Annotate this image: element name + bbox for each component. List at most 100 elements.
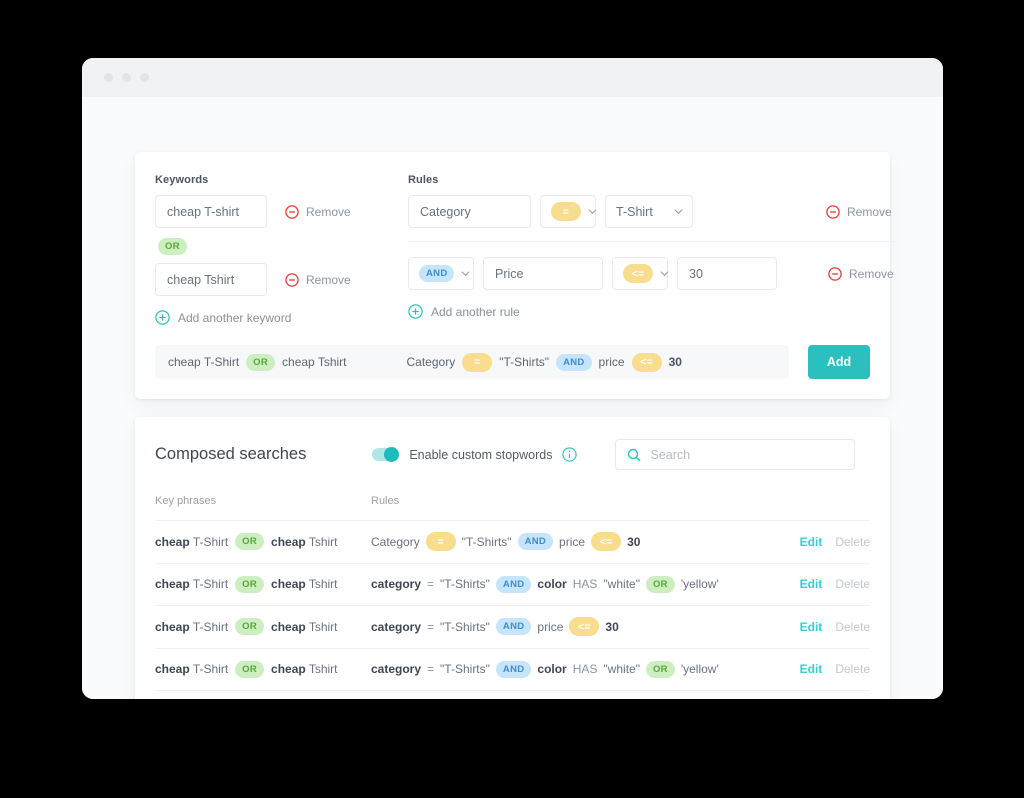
minus-circle-icon [826, 204, 840, 219]
row-1-kw1-rest: T-Shirt [192, 534, 229, 549]
close-dot[interactable] [104, 73, 113, 82]
row-3-conjunction-badge: AND [495, 618, 532, 636]
keyword-joiner-badge: OR [158, 238, 187, 255]
keyword-input-2[interactable]: cheap Tshirt [155, 263, 267, 296]
table-row: cheap T-Shirt OR cheap Tshirt category =… [155, 605, 870, 648]
row-1-conjunction-badge: AND [517, 533, 554, 551]
remove-keyword-2-button[interactable]: Remove [285, 273, 351, 287]
column-header-rules: Rules [371, 495, 400, 507]
remove-rule-2-label: Remove [849, 266, 894, 281]
row-2-key-phrases: cheap T-Shirt OR cheap Tshirt [155, 575, 371, 593]
row-4-actions: Edit Delete [796, 662, 870, 676]
row-2-field-2: color [537, 577, 567, 592]
preview-operator-1-badge: = [462, 352, 493, 372]
rule-2-operator-select[interactable]: <= [612, 257, 669, 290]
remove-keyword-1-label: Remove [306, 204, 351, 219]
composed-searches-header: Composed searches Enable custom stopword… [155, 439, 870, 470]
delete-button[interactable]: Delete [835, 662, 870, 676]
row-4-value-2: "white" [603, 662, 640, 677]
edit-button[interactable]: Edit [800, 577, 823, 591]
rule-2-operator-badge: <= [623, 264, 653, 283]
row-3-kw2-bold: cheap [271, 619, 306, 634]
minus-circle-icon [285, 204, 299, 219]
row-2-value-2: "white" [603, 577, 640, 592]
row-3-rules: category = "T-Shirts" AND price <= 30 [371, 617, 796, 637]
row-3-key-phrases: cheap T-Shirt OR cheap Tshirt [155, 618, 371, 636]
search-box[interactable] [615, 439, 856, 470]
edit-button[interactable]: Edit [800, 535, 823, 549]
plus-circle-icon [155, 310, 170, 325]
delete-button[interactable]: Delete [835, 535, 870, 549]
edit-button[interactable]: Edit [800, 662, 823, 676]
rule-2-field-input[interactable]: Price [483, 257, 603, 290]
row-2-joiner-2-badge: OR [645, 575, 675, 593]
row-1-key-phrases: cheap T-Shirt OR cheap Tshirt [155, 533, 371, 551]
row-2-field-1: category [371, 577, 422, 592]
row-4-key-phrases: cheap T-Shirt OR cheap Tshirt [155, 660, 371, 678]
remove-rule-2-button[interactable]: Remove [828, 267, 894, 281]
row-1-kw2-bold: cheap [271, 534, 306, 549]
delete-button[interactable]: Delete [835, 577, 870, 591]
rule-1-value-select[interactable]: T-Shirt [605, 195, 693, 228]
row-4-operator-1: = [427, 662, 435, 677]
preview-keyword-1: cheap T-Shirt [168, 355, 240, 369]
row-2-operator-1: = [427, 577, 435, 592]
add-search-button[interactable]: Add [808, 345, 870, 379]
plus-circle-icon [408, 304, 423, 319]
remove-rule-1-button[interactable]: Remove [826, 205, 892, 219]
row-1-actions: Edit Delete [796, 535, 870, 549]
row-2-kw1-rest: T-Shirt [192, 577, 229, 592]
rule-2-value-input[interactable]: 30 [677, 257, 777, 290]
keywords-column: Keywords cheap T-shirt Remove OR cheap T… [155, 174, 408, 325]
add-another-rule-button[interactable]: Add another rule [408, 304, 894, 319]
keywords-label: Keywords [155, 174, 209, 186]
rule-2-conjunction-select[interactable]: AND [408, 257, 474, 290]
preview-keywords: cheap T-Shirt OR cheap Tshirt [168, 353, 347, 371]
keyword-input-1[interactable]: cheap T-shirt [155, 195, 267, 228]
preview-operator-2-badge: <= [631, 352, 662, 372]
minimize-dot[interactable] [122, 73, 131, 82]
rule-1-value-text: T-Shirt [616, 204, 653, 219]
delete-button[interactable]: Delete [835, 620, 870, 634]
info-icon[interactable] [562, 447, 578, 462]
stopwords-label: Enable custom stopwords [409, 447, 553, 462]
row-4-kw2-bold: cheap [271, 662, 306, 677]
row-3-field-1: category [371, 619, 422, 634]
row-4-joiner-2-badge: OR [645, 660, 675, 678]
row-4-joiner-badge: OR [235, 660, 265, 678]
rule-1-operator-select[interactable]: = [540, 195, 597, 228]
toggle-knob [384, 447, 400, 462]
keyword-row-1: cheap T-shirt Remove [155, 195, 408, 228]
rule-row-1: Category = T-Shirt Remove [408, 195, 894, 228]
preview-conjunction-badge: AND [556, 353, 592, 371]
row-1-operator-2-badge: <= [591, 532, 622, 552]
row-4-field-1: category [371, 662, 422, 677]
column-header-key-phrases: Key phrases [155, 495, 217, 507]
rules-column: Rules Category = T-Shirt Remove AND Pric… [408, 174, 894, 325]
table-row: cheap T-Shirt OR cheap Tshirt category =… [155, 647, 870, 691]
minus-circle-icon [828, 266, 842, 281]
rule-1-field-input[interactable]: Category [408, 195, 531, 228]
row-3-operator-1: = [427, 619, 435, 634]
remove-keyword-1-button[interactable]: Remove [285, 205, 351, 219]
table-row: cheap T-Shirt OR cheap Tshirt category =… [155, 562, 870, 606]
search-builder-card: Keywords cheap T-shirt Remove OR cheap T… [135, 152, 894, 399]
minus-circle-icon [285, 272, 299, 287]
search-input[interactable] [650, 447, 844, 462]
row-2-value-1: "T-Shirts" [440, 577, 490, 592]
maximize-dot[interactable] [140, 73, 149, 82]
rule-2-conjunction-badge: AND [419, 265, 455, 282]
row-4-rules: category = "T-Shirts" AND color HAS "whi… [371, 660, 796, 678]
row-4-conjunction-badge: AND [495, 660, 532, 678]
row-4-value-3: 'yellow' [680, 662, 719, 677]
row-1-operator-1-badge: = [425, 532, 456, 552]
composed-searches-title: Composed searches [155, 445, 307, 463]
preview-joiner-badge: OR [246, 353, 276, 371]
composed-searches-card: Composed searches Enable custom stopword… [135, 417, 890, 699]
table-row: cheap T-Shirt OR cheap Tshirt Category =… [155, 520, 870, 563]
row-1-rules: Category = "T-Shirts" AND price <= 30 [371, 532, 796, 552]
edit-button[interactable]: Edit [800, 620, 823, 634]
preview-rules: Category = "T-Shirts" AND price <= 30 [407, 352, 682, 372]
stopwords-toggle[interactable] [372, 447, 400, 462]
add-another-keyword-button[interactable]: Add another keyword [155, 310, 408, 325]
